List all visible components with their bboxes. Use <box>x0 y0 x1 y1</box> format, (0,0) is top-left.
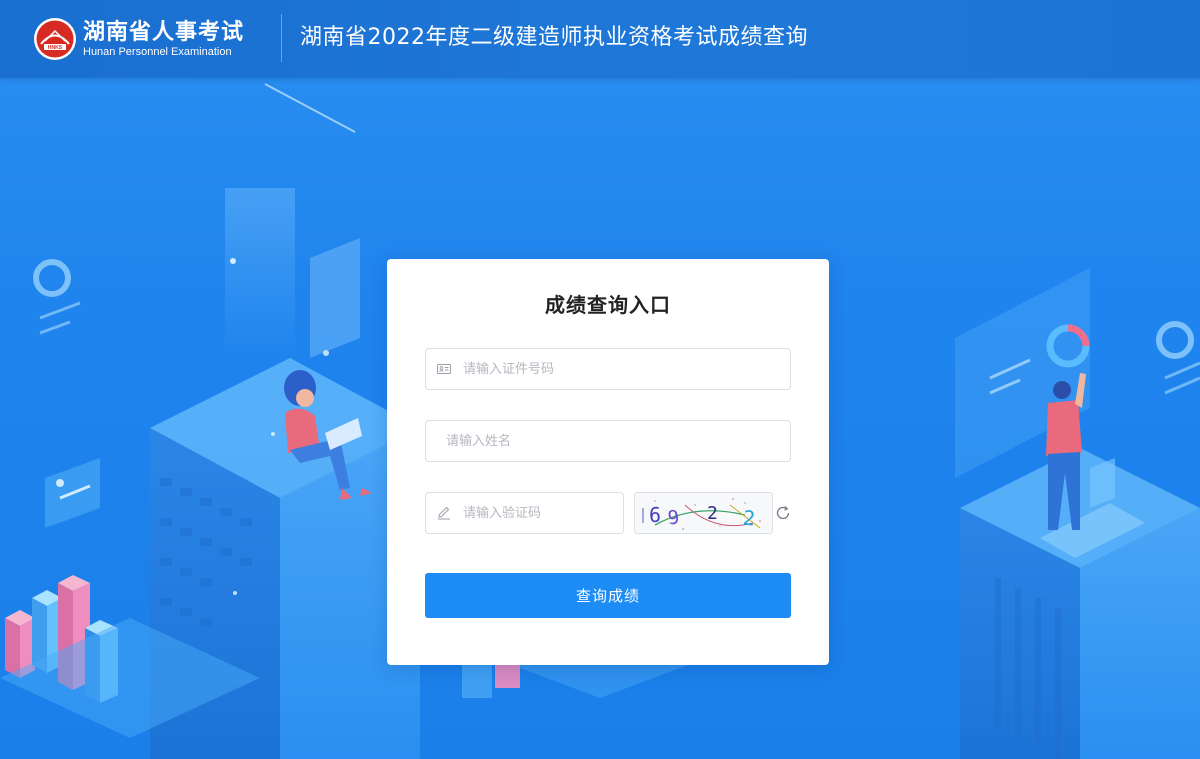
query-score-button[interactable]: 查询成绩 <box>425 573 791 618</box>
captcha-field[interactable] <box>425 492 624 534</box>
captcha-char-3: 2 <box>707 503 718 524</box>
query-form-card: 成绩查询入口 请输入证件号码 请输入姓名 请输入验证码 6 9 2 2 查询成绩 <box>387 259 829 665</box>
refresh-icon[interactable] <box>774 504 792 522</box>
emblem-icon: HNKS <box>34 18 76 60</box>
captcha-image[interactable]: 6 9 2 2 <box>634 492 773 534</box>
captcha-char-4: 2 <box>742 505 756 530</box>
logo-chinese-name: 湖南省人事考试 <box>83 19 245 45</box>
logo-badge-text: HNKS <box>48 45 63 51</box>
id-number-field[interactable] <box>425 348 791 390</box>
captcha-graphic: 6 9 2 2 <box>635 493 772 533</box>
pencil-icon <box>438 506 450 520</box>
header-bar: HNKS 湖南省人事考试 Hunan Personnel Examination… <box>0 0 1200 78</box>
logo-english-name: Hunan Personnel Examination <box>83 45 232 58</box>
name-field[interactable] <box>425 420 791 462</box>
id-number-input[interactable] <box>463 349 763 389</box>
site-logo[interactable]: HNKS 湖南省人事考试 Hunan Personnel Examination <box>33 14 244 64</box>
id-card-icon <box>437 364 451 374</box>
captcha-input[interactable] <box>463 493 613 533</box>
captcha-char-1: 6 <box>649 503 661 527</box>
name-input[interactable] <box>446 421 746 461</box>
header-divider <box>281 14 282 62</box>
page-title: 湖南省2022年度二级建造师执业资格考试成绩查询 <box>300 25 808 50</box>
form-title: 成绩查询入口 <box>545 293 671 317</box>
